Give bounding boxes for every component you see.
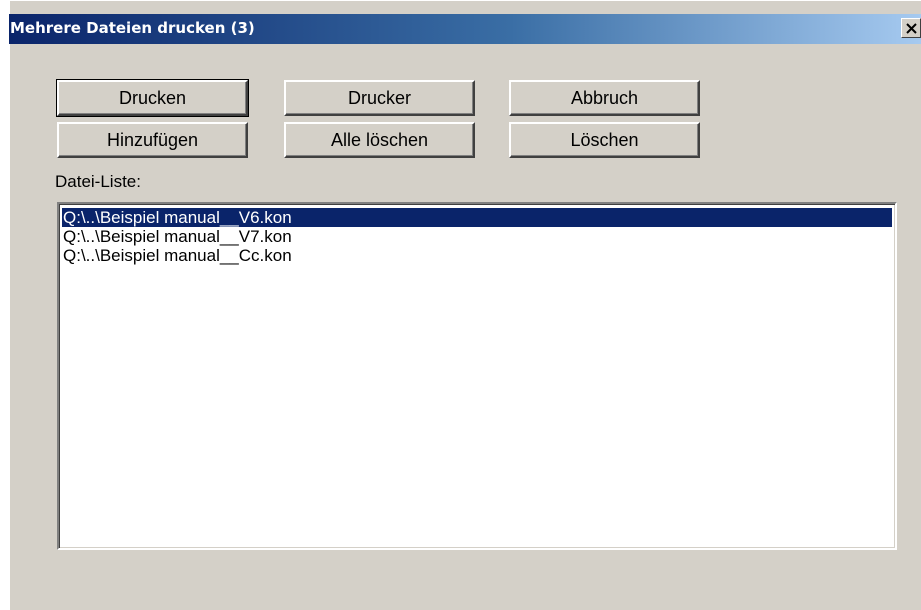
close-button[interactable] [901, 18, 921, 38]
print-button[interactable]: Drucken [56, 79, 249, 117]
printer-button[interactable]: Drucker [284, 80, 475, 116]
file-listbox[interactable]: Q:\..\Beispiel manual__V6.kon Q:\..\Beis… [57, 202, 897, 550]
file-list-label: Datei-Liste: [55, 172, 141, 191]
file-list-item[interactable]: Q:\..\Beispiel manual__Cc.kon [62, 246, 892, 265]
file-list-item[interactable]: Q:\..\Beispiel manual__V6.kon [62, 208, 892, 227]
title-bar[interactable]: Mehrere Dateien drucken (3) [9, 14, 921, 44]
cancel-button[interactable]: Abbruch [509, 80, 700, 116]
delete-button[interactable]: Löschen [509, 122, 700, 158]
window-title: Mehrere Dateien drucken (3) [10, 19, 255, 37]
close-icon [906, 23, 917, 34]
add-button[interactable]: Hinzufügen [57, 122, 248, 158]
delete-all-button[interactable]: Alle löschen [284, 122, 475, 158]
file-list-item[interactable]: Q:\..\Beispiel manual__V7.kon [62, 227, 892, 246]
